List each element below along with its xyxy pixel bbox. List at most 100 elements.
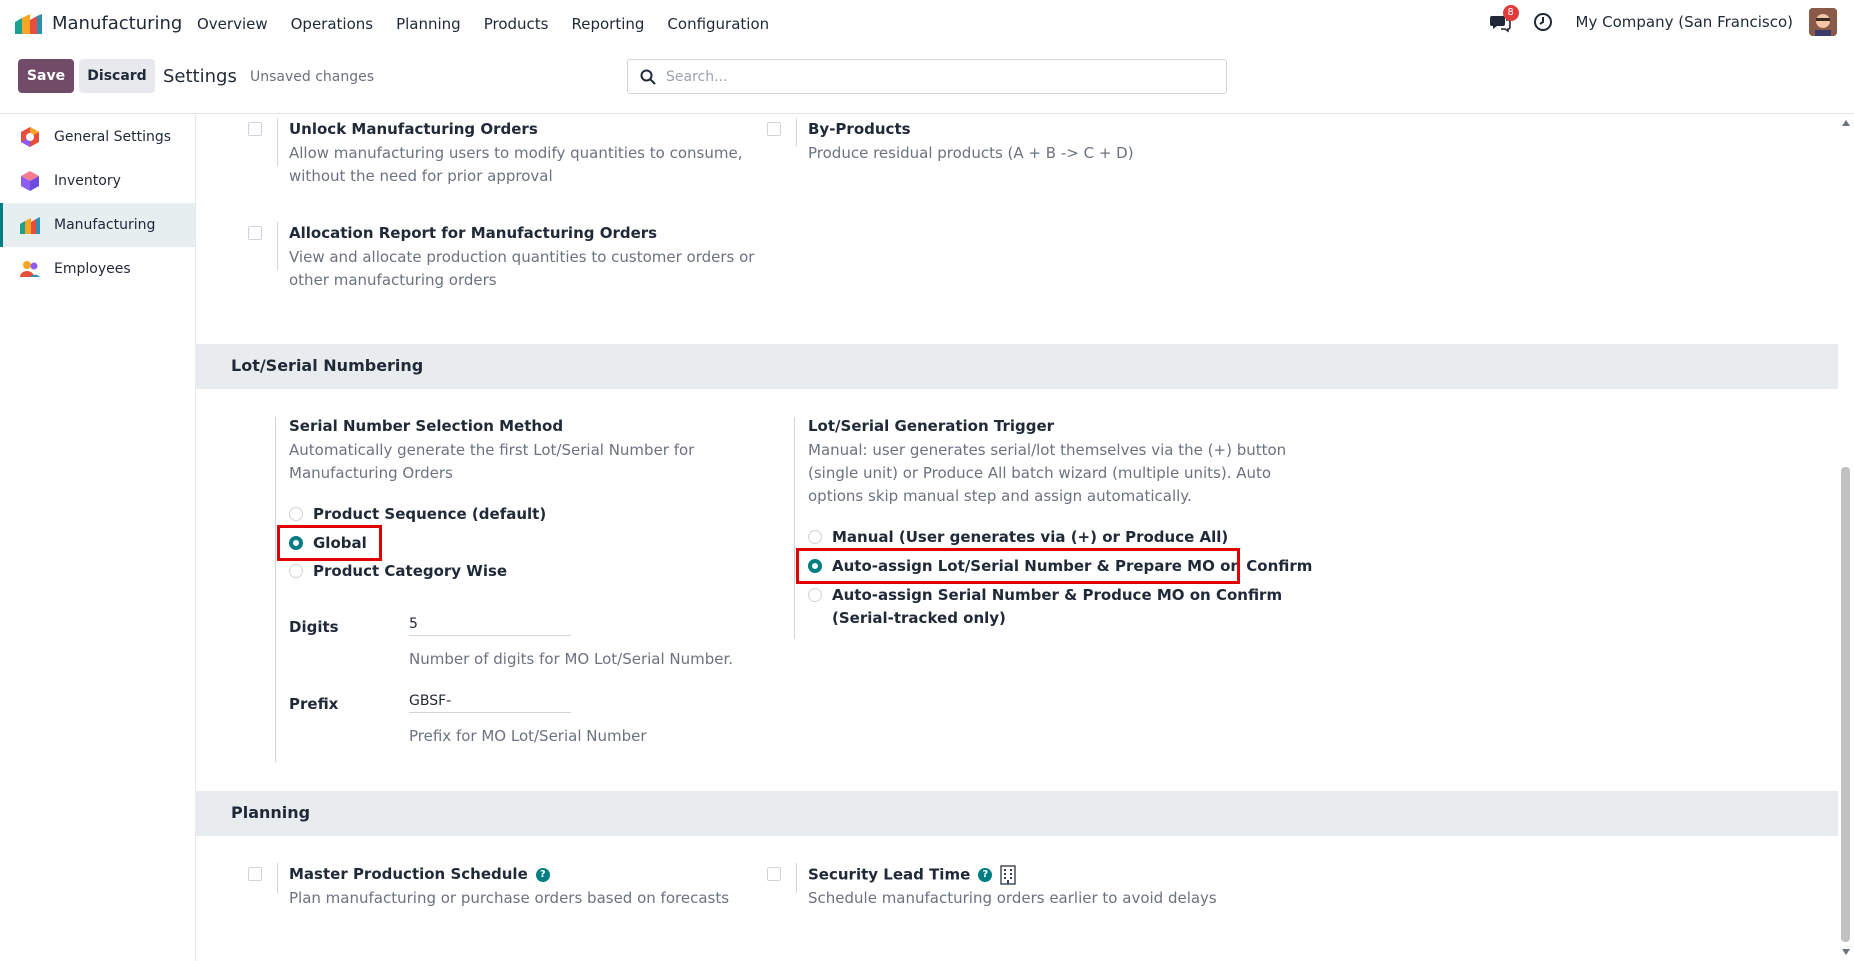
help-icon[interactable]: ? [978,868,993,882]
mps-title: Master Production Schedule? [289,865,550,883]
byproducts-desc: Produce residual products (A + B -> C + … [808,144,1134,162]
divider [794,417,795,639]
mps-desc: Plan manufacturing or purchase orders ba… [289,889,730,907]
mps-title-text: Master Production Schedule [289,865,528,883]
sidebar-item-label: Inventory [54,173,121,189]
byproducts-checkbox[interactable] [767,122,781,136]
sidebar-item-manufacturing[interactable]: Manufacturing [0,203,195,247]
security-lead-time-title-text: Security Lead Time [808,865,971,884]
serial-method-desc-1: Automatically generate the first Lot/Ser… [289,441,695,459]
menu-reporting[interactable]: Reporting [572,15,645,33]
security-lead-time-title: Security Lead Time? [808,865,1016,885]
allocation-report-desc-2: other manufacturing orders [289,271,497,289]
search-icon [640,69,656,85]
help-icon[interactable]: ? [535,867,550,882]
manufacturing-icon [20,217,40,234]
digits-input[interactable] [409,612,571,636]
sidebar-item-inventory[interactable]: Inventory [0,159,195,203]
search-input[interactable] [666,68,1206,85]
scroll-down-arrow-icon[interactable] [1842,949,1850,955]
highlight-box-global [277,525,382,561]
main-menu: Overview Operations Planning Products Re… [197,15,792,33]
unlock-mo-desc-2: without the need for prior approval [289,167,553,185]
radio-label: Product Category Wise [313,562,508,580]
unlock-mo-desc-1: Allow manufacturing users to modify quan… [289,144,743,162]
digits-help: Number of digits for MO Lot/Serial Numbe… [409,650,734,668]
security-lead-time-desc: Schedule manufacturing orders earlier to… [808,889,1217,907]
trigger-desc-2: (single unit) or Produce All batch wizar… [808,464,1272,482]
general-settings-icon [21,127,39,147]
company-building-icon [1000,865,1016,885]
settings-sidebar: General Settings Inventory Manufacturing… [0,115,196,961]
radio-button[interactable] [808,530,822,544]
trigger-title: Lot/Serial Generation Trigger [808,417,1055,435]
sidebar-item-label: Employees [54,261,131,277]
message-count-badge: 8 [1502,5,1519,21]
sidebar-item-label: Manufacturing [54,217,156,233]
scroll-up-arrow-icon[interactable] [1842,120,1850,126]
section-title: Planning [231,803,311,822]
trigger-desc-3: options skip manual step and assign auto… [808,487,1192,505]
radio-auto-assign-produce[interactable]: Auto-assign Serial Number & Produce MO o… [808,586,1282,604]
divider [275,417,276,762]
menu-configuration[interactable]: Configuration [667,15,769,33]
divider [796,118,797,146]
discard-button[interactable]: Discard [79,59,155,93]
save-button[interactable]: Save [18,59,74,93]
inventory-icon [21,171,39,191]
mps-checkbox[interactable] [248,867,262,881]
sidebar-item-label: General Settings [54,129,172,145]
breadcrumb: Settings [163,66,237,87]
prefix-label: Prefix [289,695,339,713]
allocation-report-checkbox[interactable] [248,226,262,240]
byproducts-title: By-Products [808,120,911,138]
divider [796,863,797,893]
employees-icon [20,261,40,277]
radio-label-cont: (Serial-tracked only) [832,609,1006,627]
menu-products[interactable]: Products [484,15,549,33]
allocation-report-desc-1: View and allocate production quantities … [289,248,755,266]
sidebar-item-employees[interactable]: Employees [0,247,195,291]
unlock-mo-checkbox[interactable] [248,122,262,136]
radio-manual[interactable]: Manual (User generates via (+) or Produc… [808,528,1228,546]
radio-product-sequence[interactable]: Product Sequence (default) [289,505,546,523]
menu-overview[interactable]: Overview [197,15,268,33]
prefix-help: Prefix for MO Lot/Serial Number [409,727,647,745]
section-lot-serial-numbering: Lot/Serial Numbering [196,344,1838,389]
app-name[interactable]: Manufacturing [52,13,182,34]
menu-planning[interactable]: Planning [396,15,461,33]
user-avatar[interactable] [1809,8,1837,36]
section-title: Lot/Serial Numbering [231,356,424,375]
radio-label: Auto-assign Serial Number & Produce MO o… [832,586,1283,604]
security-lead-time-checkbox[interactable] [767,867,781,881]
radio-button[interactable] [808,588,822,602]
sidebar-item-general-settings[interactable]: General Settings [0,115,195,159]
divider [277,118,278,166]
search-box[interactable] [627,59,1227,94]
manufacturing-app-icon[interactable] [13,14,43,34]
scroll-thumb[interactable] [1841,467,1850,942]
divider [277,222,278,270]
radio-label: Manual (User generates via (+) or Produc… [832,528,1229,546]
radio-label: Product Sequence (default) [313,505,547,523]
activity-clock-icon[interactable] [1533,12,1553,32]
section-planning: Planning [196,791,1838,836]
radio-button[interactable] [289,507,303,521]
serial-method-title: Serial Number Selection Method [289,417,564,435]
control-panel: Save Discard Settings Unsaved changes [0,48,1854,114]
prefix-input[interactable] [409,689,571,713]
menu-operations[interactable]: Operations [291,15,373,33]
allocation-report-title: Allocation Report for Manufacturing Orde… [289,224,658,242]
divider [277,863,278,893]
digits-label: Digits [289,618,339,636]
systray: 8 My Company (San Francisco) [1489,5,1837,36]
settings-content: Unlock Manufacturing Orders Allow manufa… [196,115,1838,961]
trigger-desc-1: Manual: user generates serial/lot themse… [808,441,1287,459]
company-switcher[interactable]: My Company (San Francisco) [1576,13,1793,31]
serial-method-desc-2: Manufacturing Orders [289,464,453,482]
vertical-scrollbar[interactable] [1838,115,1854,961]
radio-product-category-wise[interactable]: Product Category Wise [289,562,507,580]
messages-button[interactable]: 8 [1489,5,1519,33]
unlock-mo-title: Unlock Manufacturing Orders [289,120,538,138]
radio-button[interactable] [289,564,303,578]
